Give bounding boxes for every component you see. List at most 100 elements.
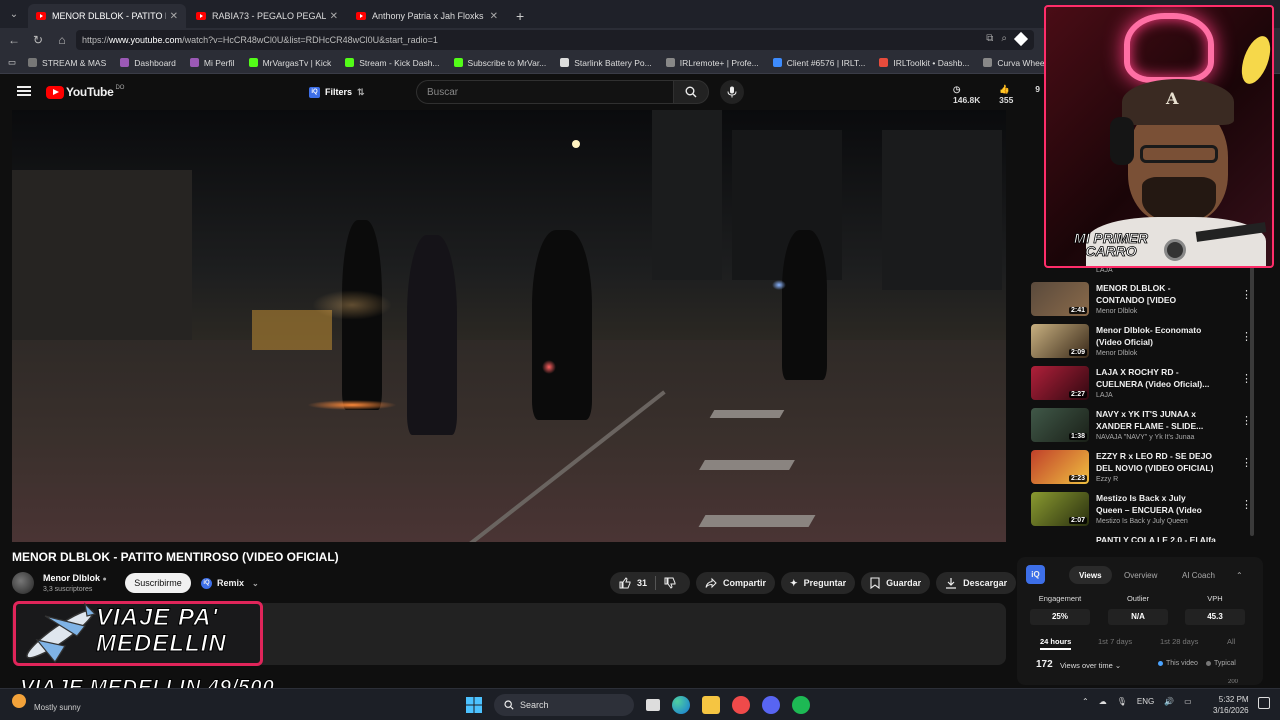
video-title[interactable]: EZZY R x LEO RD - SE DEJO DEL NOVIO (VID… bbox=[1096, 450, 1214, 474]
video-title[interactable]: Mestizo Is Back x July Queen – ENCUERA (… bbox=[1096, 492, 1214, 516]
bookmark-item[interactable]: Dashboard bbox=[120, 58, 176, 68]
bookmark-item[interactable]: IRLremote+ | Profe... bbox=[665, 58, 759, 68]
bookmark-item[interactable]: IRLToolkit • Dashb... bbox=[879, 58, 969, 68]
video-thumbnail[interactable]: 2:09 bbox=[1031, 324, 1089, 358]
ask-button[interactable]: ✦ Preguntar bbox=[781, 572, 856, 594]
bookmark-item[interactable]: Starlink Battery Po... bbox=[560, 58, 652, 68]
tab-title: Anthony Patria x Jah Floxks - EBK ( bbox=[372, 11, 486, 21]
refresh-icon[interactable]: ↻ bbox=[26, 33, 50, 47]
video-channel[interactable]: Mestizo Is Back y July Queen bbox=[1096, 518, 1188, 525]
sidebar-video-item[interactable]: 1:38 NAVY x YK IT'S JUNAA x XANDER FLAME … bbox=[1031, 408, 1261, 448]
channel-avatar[interactable] bbox=[12, 572, 34, 594]
tab-ai-coach[interactable]: AI Coach bbox=[1182, 566, 1215, 584]
windows-start-icon[interactable] bbox=[466, 697, 482, 713]
search-input[interactable]: Buscar bbox=[416, 80, 674, 104]
sidebar-scrollbar[interactable] bbox=[1250, 266, 1254, 536]
sidebar-video-item[interactable]: 2:09 Menor Dlblok- Economato (Video Ofici… bbox=[1031, 324, 1261, 364]
range-first-28-days[interactable]: 1st 28 days bbox=[1160, 637, 1198, 646]
speaker-icon[interactable]: 🔊 bbox=[1164, 697, 1174, 706]
tab-title: RABIA73 - PEGALO PEGALO (VIDE bbox=[212, 11, 326, 21]
sidebar-video-item[interactable]: 2:07 Mestizo Is Back x July Queen – ENCUE… bbox=[1031, 492, 1261, 532]
video-channel[interactable]: Ezzy R bbox=[1096, 476, 1118, 483]
channel-name[interactable]: Menor Dlblok ● bbox=[43, 573, 107, 583]
video-title[interactable]: LAJA X ROCHY RD - CUELNERA (Video Oficia… bbox=[1096, 366, 1214, 390]
language-indicator[interactable]: ENG bbox=[1137, 697, 1154, 706]
video-channel[interactable]: Menor Dlblok bbox=[1096, 308, 1137, 315]
close-tab-icon[interactable]: ✕ bbox=[490, 11, 498, 22]
dislike-button[interactable] bbox=[664, 577, 690, 589]
bookmarks-menu-icon[interactable]: ▭ bbox=[8, 57, 16, 68]
video-thumbnail[interactable]: 2:23 bbox=[1031, 450, 1089, 484]
collapse-chevron-icon[interactable]: ⌃ bbox=[1236, 566, 1243, 584]
bookmark-label: Client #6576 | IRLT... bbox=[786, 57, 866, 68]
video-thumbnail[interactable]: 2:27 bbox=[1031, 366, 1089, 400]
battery-icon[interactable]: ▭ bbox=[1184, 697, 1192, 706]
microphone-icon bbox=[727, 86, 737, 98]
tab-overview[interactable]: Overview bbox=[1124, 566, 1157, 584]
views-over-time-dropdown[interactable]: Views over time ⌄ bbox=[1060, 661, 1121, 670]
mic-tray-icon[interactable]: 🎙 bbox=[1117, 697, 1127, 706]
share-button[interactable]: Compartir bbox=[696, 572, 776, 594]
open-in-app-icon[interactable]: ⧉ bbox=[986, 33, 993, 44]
download-button[interactable]: Descargar bbox=[936, 572, 1017, 594]
search-button[interactable] bbox=[673, 80, 709, 104]
video-channel[interactable]: NAVAJA "NAVY" y Yk It's Junaa bbox=[1096, 434, 1194, 441]
notification-icon[interactable] bbox=[1258, 697, 1270, 709]
bookmark-item[interactable]: Subscribe to MrVar... bbox=[453, 58, 546, 68]
browser-tab[interactable]: Anthony Patria x Jah Floxks - EBK ( ✕ bbox=[348, 4, 506, 28]
task-view-icon[interactable] bbox=[646, 699, 660, 711]
rider-figure bbox=[782, 230, 827, 380]
remix-button[interactable]: iQ Remix ⌄ bbox=[201, 573, 259, 593]
video-thumbnail[interactable]: 2:07 bbox=[1031, 492, 1089, 526]
sidebar-video-item[interactable]: 2:23 EZZY R x LEO RD - SE DEJO DEL NOVIO … bbox=[1031, 450, 1261, 490]
range-first-7-days[interactable]: 1st 7 days bbox=[1098, 637, 1132, 646]
browser-tab[interactable]: RABIA73 - PEGALO PEGALO (VIDE ✕ bbox=[188, 4, 346, 28]
close-tab-icon[interactable]: ✕ bbox=[170, 11, 178, 22]
range-24-hours[interactable]: 24 hours bbox=[1040, 637, 1072, 650]
sidebar-cut-title[interactable]: PANTI Y COLA LE 2.0 - El Alfa bbox=[1096, 535, 1216, 542]
video-channel[interactable]: LAJA bbox=[1096, 392, 1113, 399]
spotify-icon[interactable] bbox=[792, 696, 810, 714]
tray-chevron-icon[interactable]: ⌃ bbox=[1082, 697, 1089, 706]
filters-button[interactable]: iQ Filters ⇅ bbox=[309, 83, 365, 101]
hamburger-menu-icon[interactable] bbox=[17, 86, 31, 96]
close-tab-icon[interactable]: ✕ bbox=[330, 11, 338, 22]
like-button[interactable]: 31 bbox=[619, 577, 647, 589]
youtube-logo[interactable]: YouTube DO bbox=[46, 85, 124, 99]
sidebar-video-item[interactable]: 2:27 LAJA X ROCHY RD - CUELNERA (Video Of… bbox=[1031, 366, 1261, 406]
bookmark-item[interactable]: Mi Perfil bbox=[189, 58, 235, 68]
zoom-search-icon[interactable]: ⌕ bbox=[1001, 33, 1007, 44]
bookmark-item[interactable]: STREAM & MAS bbox=[28, 58, 106, 68]
save-button[interactable]: Guardar bbox=[861, 572, 931, 594]
taskbar-search[interactable]: Search bbox=[494, 694, 634, 716]
app-icon[interactable] bbox=[732, 696, 750, 714]
edge-browser-icon[interactable] bbox=[672, 696, 690, 714]
range-all[interactable]: All bbox=[1227, 637, 1235, 646]
video-channel[interactable]: Menor Dlblok bbox=[1096, 350, 1137, 357]
voice-search-button[interactable] bbox=[720, 80, 744, 104]
video-thumbnail[interactable]: 2:41 bbox=[1031, 282, 1089, 316]
discord-icon[interactable] bbox=[762, 696, 780, 714]
url-field[interactable]: https://www.youtube.com/watch?v=HcCR48wC… bbox=[76, 30, 1034, 50]
bike-light bbox=[542, 360, 556, 374]
subscribe-button[interactable]: Suscribirme bbox=[125, 573, 191, 593]
clock[interactable]: 5:32 PM 3/16/2026 bbox=[1213, 694, 1249, 716]
video-player[interactable] bbox=[12, 110, 1006, 542]
browser-tab[interactable]: MENOR DLBLOK - PATITO MENTIR ✕ bbox=[28, 4, 186, 28]
file-explorer-icon[interactable] bbox=[702, 696, 720, 714]
cloud-icon[interactable]: ☁ bbox=[1099, 697, 1107, 706]
tab-views[interactable]: Views bbox=[1069, 566, 1112, 584]
tab-list-chevron-icon[interactable]: ⌄ bbox=[0, 0, 28, 28]
video-title[interactable]: NAVY x YK IT'S JUNAA x XANDER FLAME - SL… bbox=[1096, 408, 1214, 432]
bookmark-item[interactable]: Stream - Kick Dash... bbox=[345, 58, 440, 68]
back-arrow-icon[interactable]: ← bbox=[2, 33, 26, 47]
new-tab-plus-icon[interactable]: + bbox=[508, 4, 532, 28]
video-title[interactable]: Menor Dlblok- Economato (Video Oficial) bbox=[1096, 324, 1214, 348]
bookmark-item[interactable]: Client #6576 | IRLT... bbox=[772, 57, 866, 68]
sidebar-video-item[interactable]: 2:41 MENOR DLBLOK - CONTANDO [VIDEO OFICI… bbox=[1031, 282, 1261, 322]
video-title[interactable]: MENOR DLBLOK - CONTANDO [VIDEO OFICIAL] bbox=[1096, 282, 1214, 306]
video-thumbnail[interactable]: 1:38 bbox=[1031, 408, 1089, 442]
weather-text[interactable]: Mostly sunny bbox=[34, 703, 81, 712]
home-icon[interactable]: ⌂ bbox=[50, 33, 74, 47]
bookmark-item[interactable]: MrVargasTv | Kick bbox=[248, 58, 331, 68]
